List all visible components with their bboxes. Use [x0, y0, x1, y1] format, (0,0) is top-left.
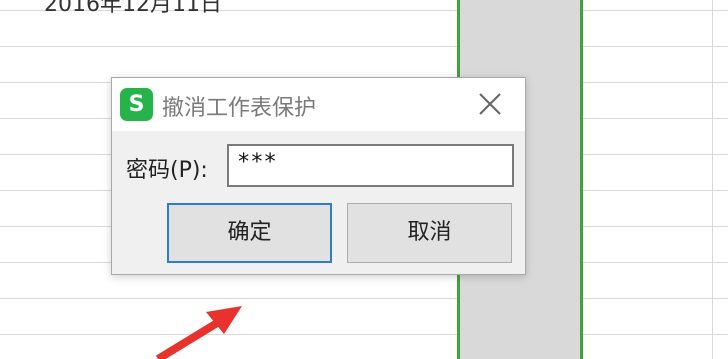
cancel-button[interactable]: 取消 — [347, 203, 512, 263]
row-divider — [0, 334, 728, 335]
close-button[interactable] — [472, 86, 508, 122]
password-input[interactable]: *** — [227, 144, 514, 187]
red-arrow-icon — [155, 306, 242, 359]
row-divider — [0, 298, 728, 299]
dialog-titlebar[interactable]: S 撤消工作表保护 — [112, 78, 525, 131]
date-cell[interactable]: 2016年12月11日 — [44, 0, 222, 18]
ok-button[interactable]: 确定 — [167, 203, 332, 263]
dialog-title: 撤消工作表保护 — [162, 96, 317, 121]
row-divider — [0, 46, 728, 47]
unprotect-sheet-dialog: S 撤消工作表保护 密码(P): *** 确定 取消 — [111, 77, 526, 275]
password-label: 密码(P): — [126, 158, 208, 183]
wps-app-icon: S — [120, 88, 153, 121]
column-divider — [712, 0, 713, 359]
close-icon — [479, 93, 501, 115]
